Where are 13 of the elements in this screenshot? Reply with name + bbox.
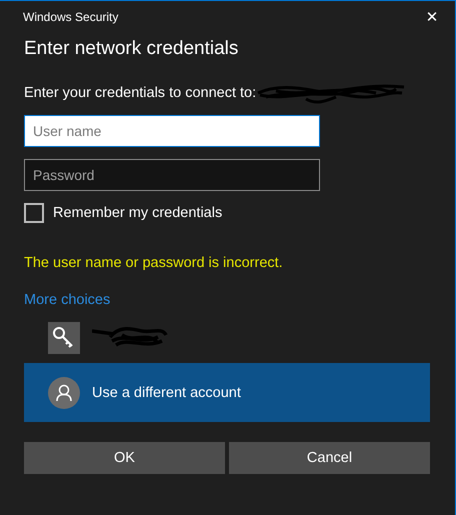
dialog-button[interactable]: Cancel bbox=[229, 442, 430, 474]
more-choices-link[interactable]: More choices bbox=[24, 292, 110, 308]
window-title: Windows Security bbox=[23, 10, 120, 24]
dialog-button[interactable]: OK bbox=[24, 442, 225, 474]
error-message: The user name or password is incorrect. bbox=[24, 255, 284, 271]
account-option[interactable]: Use a different account bbox=[24, 363, 430, 422]
prompt-text: Enter your credentials to connect to: bbox=[24, 85, 256, 101]
dialog-heading: Enter network credentials bbox=[24, 37, 240, 61]
person-icon bbox=[48, 376, 80, 408]
password-field[interactable]: Password bbox=[24, 159, 320, 191]
username-field[interactable]: User name bbox=[24, 115, 320, 147]
close-button[interactable]: ✕ bbox=[409, 1, 455, 32]
remember-checkbox[interactable]: Remember my credentials bbox=[24, 203, 222, 223]
